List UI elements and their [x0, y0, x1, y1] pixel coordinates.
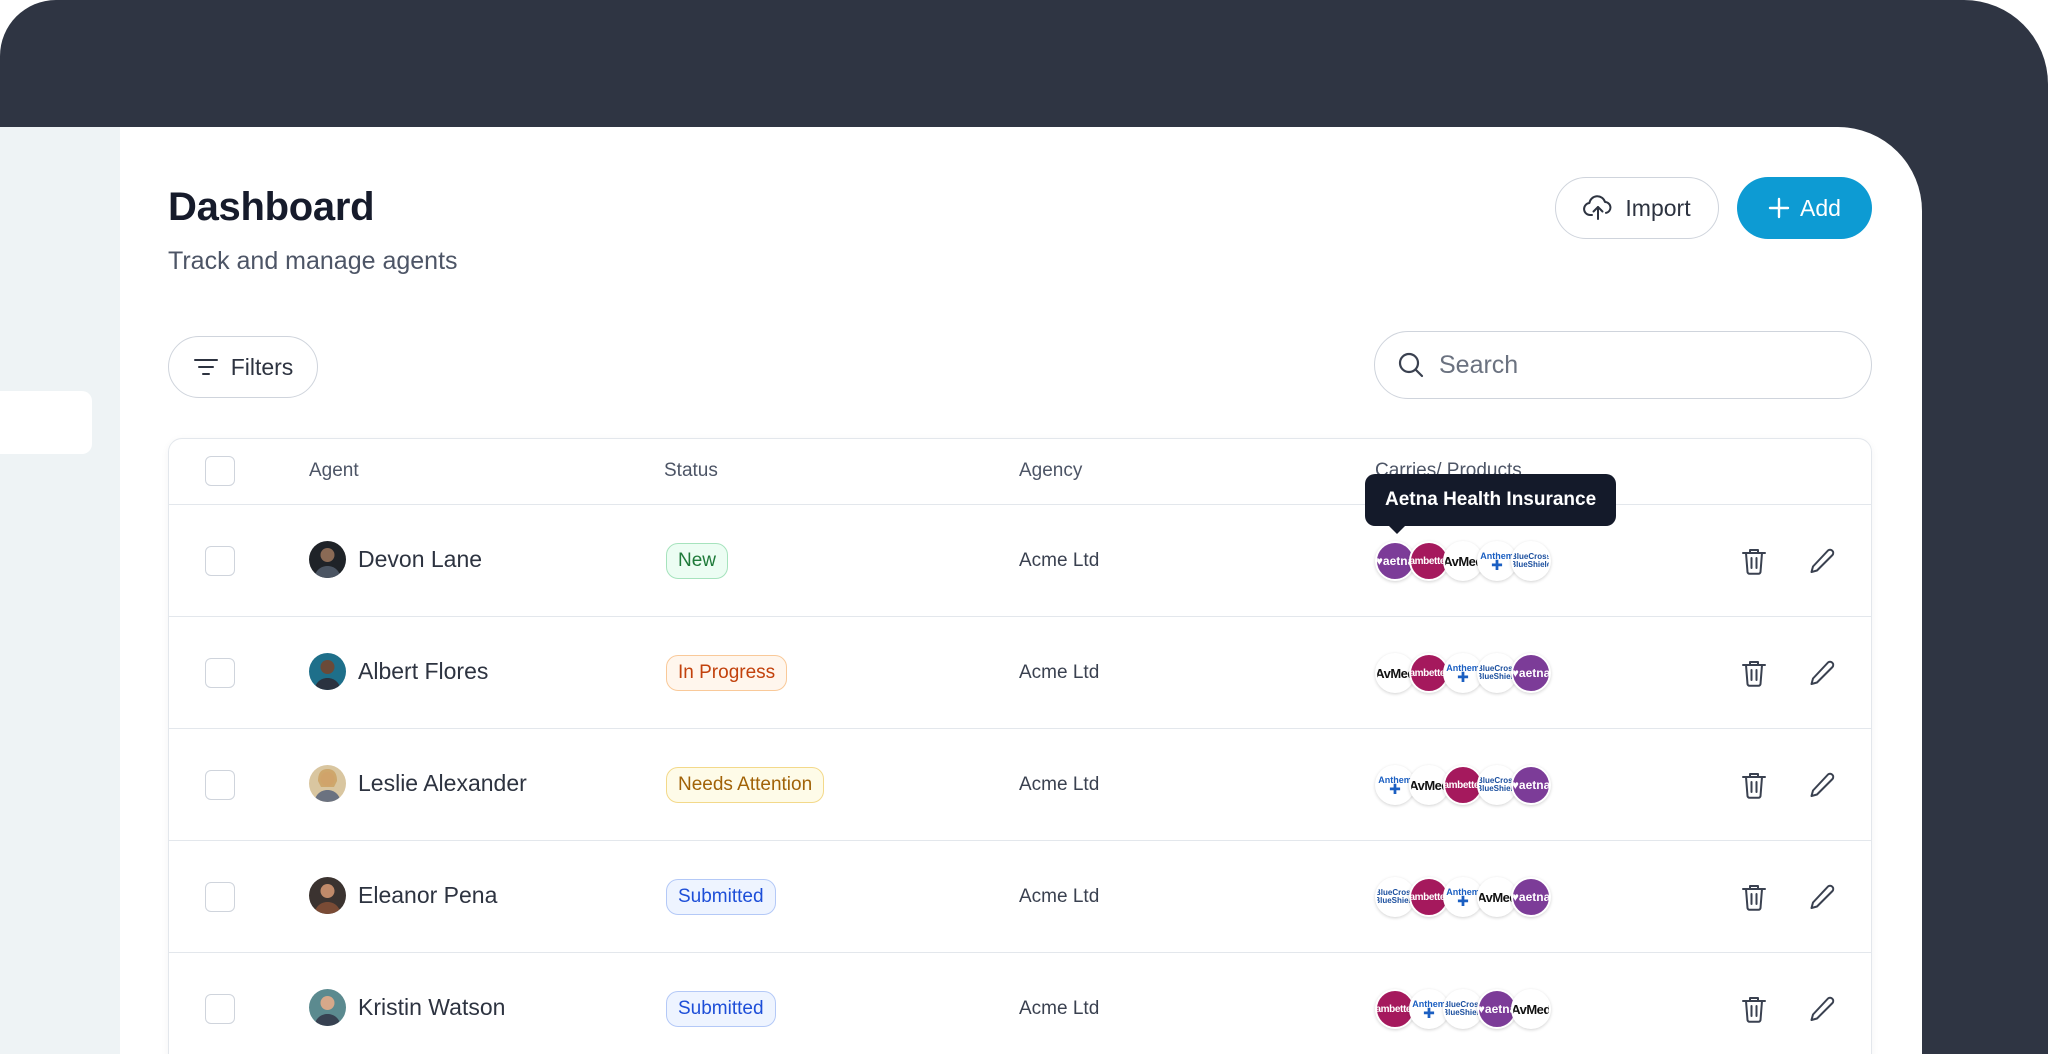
agent-cell: Albert Flores: [309, 653, 488, 690]
sidebar: [0, 127, 120, 1054]
row-actions: [1737, 656, 1840, 690]
import-button[interactable]: Import: [1555, 177, 1719, 239]
page-title: Dashboard: [168, 185, 375, 229]
avatar: [309, 877, 346, 914]
carrier-logos: BlueCross BlueShield ambetter Anthem ✚ AvM…: [1375, 877, 1551, 917]
status-badge: Submitted: [666, 879, 776, 915]
add-button-label: Add: [1800, 194, 1841, 221]
aetna-logo-text: ♥aetna: [1511, 666, 1551, 680]
select-all-checkbox[interactable]: [205, 456, 235, 486]
filters-button[interactable]: Filters: [168, 336, 318, 398]
agent-cell: Leslie Alexander: [309, 765, 527, 802]
filters-button-label: Filters: [230, 353, 294, 380]
page-subtitle: Track and manage agents: [168, 247, 458, 275]
table-row[interactable]: Kristin Watson Submitted Acme Ltd ambett…: [169, 953, 1871, 1054]
agent-name[interactable]: Leslie Alexander: [358, 770, 527, 797]
sidebar-active-tab[interactable]: [0, 391, 92, 454]
agent-name[interactable]: Eleanor Pena: [358, 882, 497, 909]
row-checkbox[interactable]: [205, 658, 235, 688]
carrier-logos: Anthem ✚ AvMed ambetter BlueCross BlueShie…: [1375, 765, 1551, 805]
delete-icon[interactable]: [1737, 992, 1771, 1026]
avatar: [309, 765, 346, 802]
upload-cloud-icon: [1583, 195, 1612, 220]
avmed-logo-text: AvMed: [1511, 1001, 1551, 1017]
bcbs-logo[interactable]: BlueCross BlueShield: [1511, 541, 1551, 581]
agency-text: Acme Ltd: [1019, 662, 1100, 683]
carrier-logos: AvMed ambetter Anthem ✚ BlueCross BlueShie…: [1375, 653, 1551, 693]
search-input[interactable]: [1439, 350, 1819, 380]
agency-text: Acme Ltd: [1019, 550, 1100, 571]
app-frame: Dashboard Track and manage agents Import…: [0, 0, 2048, 1054]
agent-cell: Eleanor Pena: [309, 877, 497, 914]
edit-icon[interactable]: [1806, 992, 1840, 1026]
edit-icon[interactable]: [1806, 768, 1840, 802]
carrier-logos: ♥aetna ambetter AvMed Anthem ✚ BlueCross B…: [1375, 541, 1551, 581]
filter-lines-icon: [193, 359, 218, 375]
row-checkbox[interactable]: [205, 546, 235, 576]
table-row[interactable]: Eleanor Pena Submitted Acme Ltd BlueCros…: [169, 841, 1871, 953]
agent-name[interactable]: Albert Flores: [358, 658, 488, 685]
status-badge: New: [666, 543, 729, 579]
row-actions: [1737, 544, 1840, 578]
aetna-logo-text: ♥aetna: [1511, 778, 1551, 792]
aetna-logo-text: ♥aetna: [1511, 890, 1551, 904]
table-row[interactable]: Devon Lane New Acme Ltd ♥aetna ambetter …: [169, 505, 1871, 617]
header-agency[interactable]: Agency: [1019, 460, 1082, 482]
agency-text: Acme Ltd: [1019, 998, 1100, 1019]
bcbs-logo-text-bottom: BlueShield: [1511, 560, 1551, 569]
edit-icon[interactable]: [1806, 544, 1840, 578]
avatar: [309, 541, 346, 578]
table-row[interactable]: Albert Flores In Progress Acme Ltd AvMed…: [169, 617, 1871, 729]
row-actions: [1737, 880, 1840, 914]
header-status[interactable]: Status: [664, 460, 718, 482]
edit-icon[interactable]: [1806, 656, 1840, 690]
agent-name[interactable]: Devon Lane: [358, 546, 482, 573]
delete-icon[interactable]: [1737, 544, 1771, 578]
row-checkbox[interactable]: [205, 994, 235, 1024]
row-checkbox[interactable]: [205, 770, 235, 800]
search-icon: [1398, 352, 1424, 378]
delete-icon[interactable]: [1737, 768, 1771, 802]
plus-icon: [1768, 197, 1790, 219]
agency-text: Acme Ltd: [1019, 774, 1100, 795]
carrier-logos: ambetter Anthem ✚ BlueCross BlueShield ♥ae…: [1375, 989, 1551, 1029]
agency-text: Acme Ltd: [1019, 886, 1100, 907]
status-badge: Submitted: [666, 991, 776, 1027]
aetna-logo[interactable]: ♥aetna: [1511, 877, 1551, 917]
row-actions: [1737, 768, 1840, 802]
row-checkbox[interactable]: [205, 882, 235, 912]
avatar: [309, 653, 346, 690]
edit-icon[interactable]: [1806, 880, 1840, 914]
status-badge: Needs Attention: [666, 767, 825, 803]
agent-name[interactable]: Kristin Watson: [358, 994, 505, 1021]
delete-icon[interactable]: [1737, 880, 1771, 914]
row-actions: [1737, 992, 1840, 1026]
import-button-label: Import: [1625, 194, 1691, 221]
avmed-logo[interactable]: AvMed: [1511, 989, 1551, 1029]
agent-cell: Devon Lane: [309, 541, 482, 578]
aetna-logo[interactable]: ♥aetna: [1511, 653, 1551, 693]
header-agent[interactable]: Agent: [309, 460, 359, 482]
search-field[interactable]: [1374, 331, 1872, 399]
agent-cell: Kristin Watson: [309, 989, 505, 1026]
avatar: [309, 989, 346, 1026]
aetna-logo[interactable]: ♥aetna: [1511, 765, 1551, 805]
table-row[interactable]: Leslie Alexander Needs Attention Acme Lt…: [169, 729, 1871, 841]
carrier-tooltip: Aetna Health Insurance: [1365, 474, 1617, 534]
agents-table: Agent Status Agency Carries/ Products De…: [168, 438, 1872, 1054]
add-button[interactable]: Add: [1737, 177, 1872, 239]
status-badge: In Progress: [666, 655, 788, 691]
main-content: Dashboard Track and manage agents Import…: [120, 127, 1922, 1054]
delete-icon[interactable]: [1737, 656, 1771, 690]
